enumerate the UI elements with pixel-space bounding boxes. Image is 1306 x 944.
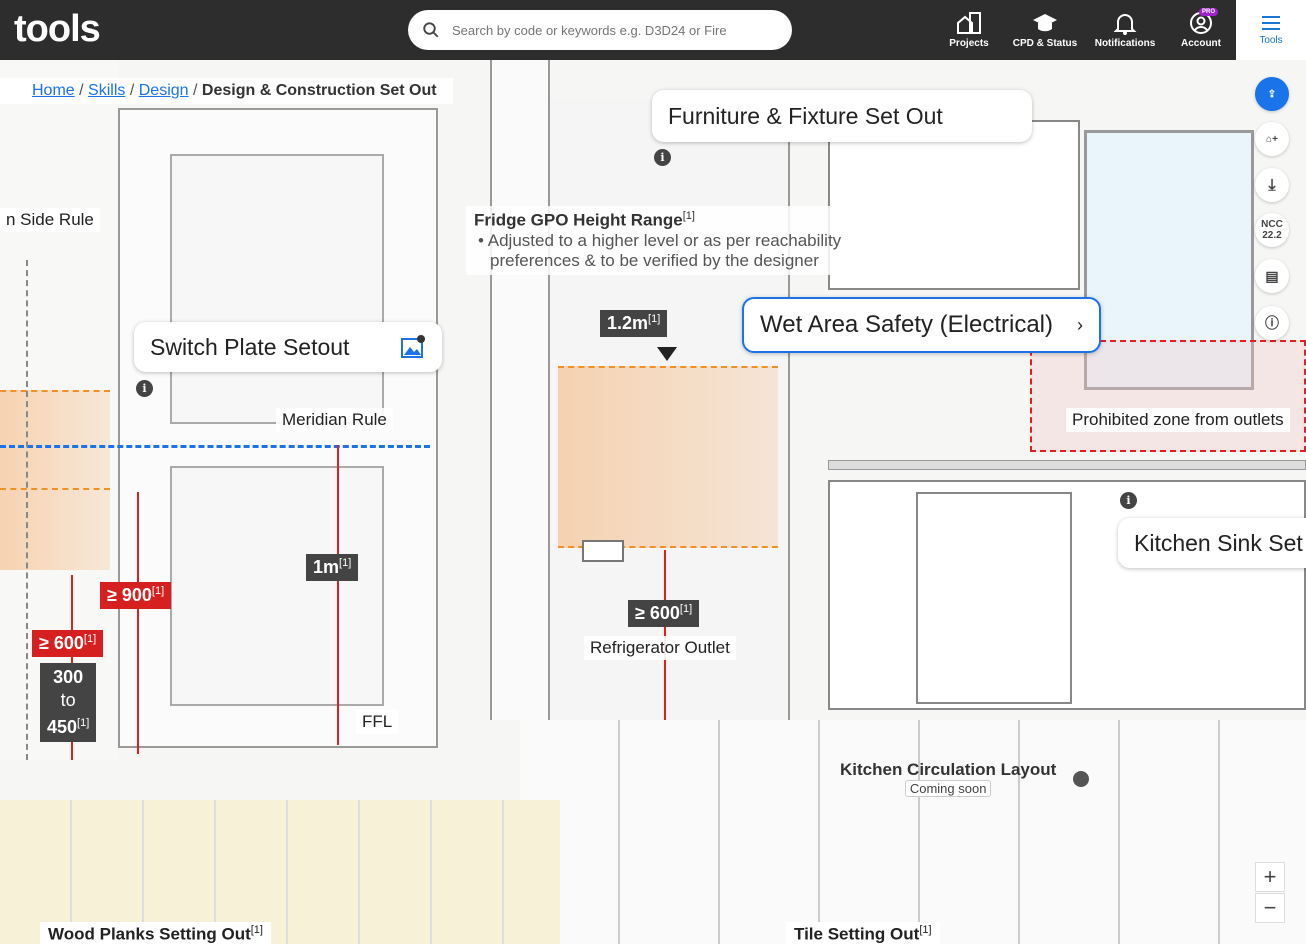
prohibited-zone (1030, 340, 1306, 452)
nav-projects[interactable]: Projects (944, 0, 994, 60)
marker-arrow (657, 347, 677, 361)
house-plus-icon: ⌂+ (1266, 133, 1278, 145)
refrigerator-outlet-label[interactable]: Refrigerator Outlet (584, 636, 736, 660)
clock-icon (1073, 771, 1089, 787)
nav-label: Account (1181, 38, 1221, 49)
benchtop (828, 460, 1306, 470)
comment-icon: ▤ (1265, 267, 1279, 284)
breadcrumb: Home / Skills / Design / Design & Constr… (0, 78, 453, 104)
breadcrumb-current: Design & Construction Set Out (201, 82, 437, 99)
dim-1-2m: 1.2m[1] (600, 310, 668, 337)
info-icon[interactable]: i (1120, 492, 1137, 509)
share-button[interactable]: ⇪ (1255, 77, 1289, 111)
kitchen-sink-card[interactable]: Kitchen Sink Set (1118, 518, 1306, 568)
dim-ge600: ≥ 600[1] (32, 630, 104, 657)
card-title: Kitchen Sink Set (1134, 529, 1303, 556)
ncc-label: NCC (1261, 219, 1283, 230)
nav-tools[interactable]: Tools (1236, 0, 1306, 60)
chevron-right-icon: › (1077, 314, 1083, 335)
nav-notifications[interactable]: Notifications (1092, 0, 1158, 60)
nav-account[interactable]: Account PRO (1170, 0, 1232, 60)
card-title: Switch Plate Setout (150, 333, 350, 360)
comment-button[interactable]: ▤ (1255, 259, 1289, 293)
dishwasher (916, 492, 1072, 704)
info-icon[interactable]: i (136, 380, 153, 397)
separator: / (129, 82, 135, 99)
design-canvas[interactable]: Home / Skills / Design / Design & Constr… (0, 60, 1306, 944)
note-bullet: Adjusted to a higher level or as per rea… (487, 230, 842, 270)
dim-fridge-600: ≥ 600[1] (628, 600, 700, 627)
meridian-rule-label[interactable]: Meridian Rule (276, 408, 393, 432)
tile-setting-label[interactable]: Tile Setting Out[1] (786, 922, 940, 944)
download-button[interactable]: ⤓ (1255, 168, 1289, 202)
info-icon[interactable]: i (654, 149, 671, 166)
wood-planks-label[interactable]: Wood Planks Setting Out[1] (40, 922, 271, 944)
wall-column (490, 60, 550, 720)
menu-icon (1262, 15, 1280, 30)
breadcrumb-home[interactable]: Home (32, 82, 75, 99)
ncc-version: 22.2 (1262, 230, 1282, 241)
separator: / (79, 82, 84, 99)
nav-cpd[interactable]: CPD & Status (1010, 0, 1080, 60)
buildings-icon (957, 12, 981, 34)
ncc-button[interactable]: NCC 22.2 (1255, 213, 1289, 247)
add-project-button[interactable]: ⌂+ (1255, 122, 1289, 156)
graduation-cap-icon (1033, 14, 1057, 32)
zoom-in-button[interactable]: + (1255, 862, 1285, 892)
search-input[interactable] (452, 22, 752, 38)
fridge-gpo-note: Fridge GPO Height Range[1] • Adjusted to… (466, 206, 886, 275)
search-box[interactable] (408, 10, 792, 50)
dim-ge900: ≥ 900[1] (100, 582, 172, 609)
dim-1m-line (337, 445, 339, 745)
breadcrumb-skills[interactable]: Skills (88, 82, 125, 99)
nav-label: CPD & Status (1012, 38, 1078, 49)
coming-soon-badge: Coming soon (904, 780, 992, 797)
ffl-label: FFL (356, 710, 399, 734)
ref: [1] (682, 210, 695, 222)
logo[interactable]: tools (14, 8, 101, 51)
nav-label: Notifications (1094, 38, 1156, 49)
pro-badge: PRO (1198, 8, 1218, 16)
image-icon (401, 335, 425, 358)
zoom-out-button[interactable]: − (1255, 893, 1285, 923)
nav-label: Tools (1259, 34, 1283, 46)
switch-zone (0, 390, 110, 570)
fridge-gpo-zone (558, 366, 778, 548)
switch-plate-card[interactable]: Switch Plate Setout (134, 322, 442, 372)
dim-300-450: 300 to 450[1] (40, 663, 97, 742)
info-button[interactable]: ⓘ (1255, 306, 1289, 340)
download-icon: ⤓ (1268, 176, 1276, 194)
share-icon: ⇪ (1267, 88, 1277, 100)
tile-floor (520, 720, 1306, 944)
title: Kitchen Circulation Layout (840, 760, 1057, 779)
side-rule-label[interactable]: n Side Rule (0, 208, 100, 232)
note-title: Fridge GPO Height Range (474, 210, 683, 230)
card-title: Wet Area Safety (Electrical) (760, 311, 1053, 338)
kitchen-circulation[interactable]: Kitchen Circulation Layout Coming soon (840, 760, 1056, 798)
search-icon (423, 22, 439, 38)
wet-area-card[interactable]: Wet Area Safety (Electrical) › (742, 297, 1101, 353)
nav-label: Projects (949, 38, 989, 49)
bell-icon (1113, 14, 1137, 35)
breadcrumb-design[interactable]: Design (139, 82, 189, 99)
prohibited-label: Prohibited zone from outlets (1066, 408, 1290, 432)
info-circle-icon: ⓘ (1265, 314, 1279, 331)
furniture-card[interactable]: Furniture & Fixture Set Out (652, 90, 1032, 142)
separator: / (193, 82, 198, 99)
dim-1m: 1m[1] (306, 554, 359, 581)
card-title: Furniture & Fixture Set Out (668, 102, 943, 129)
top-bar: tools Projects CPD & Status Notification… (0, 0, 1306, 60)
fridge-outlet-icon (582, 540, 624, 562)
meridian-line (0, 445, 430, 448)
